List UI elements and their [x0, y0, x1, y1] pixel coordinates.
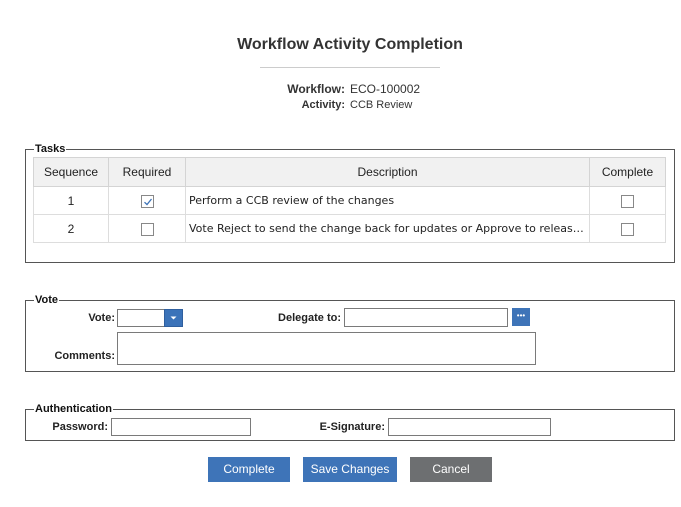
- title-divider: [260, 67, 440, 68]
- save-changes-button[interactable]: Save Changes: [303, 457, 397, 482]
- password-input[interactable]: [111, 418, 251, 436]
- checkmark-icon: [143, 198, 152, 206]
- activity-value: CCB Review: [350, 99, 413, 111]
- tasks-header-row: Sequence Required Description Complete: [33, 157, 666, 187]
- esignature-input[interactable]: [388, 418, 551, 436]
- table-row: 2 Vote Reject to send the change back fo…: [33, 214, 666, 243]
- description-cell: Perform a CCB review of the changes: [185, 186, 590, 215]
- required-checkbox-checked: [140, 194, 154, 208]
- vote-label: Vote:: [88, 312, 115, 324]
- workflow-value: ECO-100002: [350, 82, 421, 96]
- esignature-label: E-Signature:: [319, 421, 385, 433]
- column-header-description[interactable]: Description: [185, 157, 590, 187]
- vote-select[interactable]: [117, 309, 165, 327]
- chevron-down-icon: [170, 316, 177, 320]
- delegate-input[interactable]: [344, 308, 508, 327]
- description-cell: Vote Reject to send the change back for …: [185, 214, 590, 243]
- column-header-sequence[interactable]: Sequence: [33, 157, 109, 187]
- sequence-cell: 2: [33, 214, 109, 243]
- vote-dropdown-button[interactable]: [164, 309, 183, 327]
- required-cell: [108, 214, 186, 243]
- activity-label: Activity:: [301, 99, 345, 111]
- ellipsis-icon: •••: [516, 311, 526, 320]
- complete-button[interactable]: Complete: [208, 457, 290, 482]
- comments-textarea[interactable]: [117, 332, 536, 365]
- password-label: Password:: [52, 421, 108, 433]
- tasks-legend: Tasks: [35, 143, 66, 155]
- table-row: 1 Perform a CCB review of the changes: [33, 186, 666, 215]
- authentication-legend: Authentication: [35, 403, 112, 415]
- column-header-required[interactable]: Required: [108, 157, 186, 187]
- sequence-cell: 1: [33, 186, 109, 215]
- vote-legend: Vote: [35, 294, 59, 306]
- complete-cell: [589, 214, 666, 243]
- required-checkbox: [140, 222, 154, 236]
- cancel-button[interactable]: Cancel: [410, 457, 492, 482]
- comments-label: Comments:: [54, 350, 115, 362]
- delegate-label: Delegate to:: [278, 312, 341, 324]
- delegate-browse-button[interactable]: •••: [512, 308, 530, 326]
- required-cell: [108, 186, 186, 215]
- column-header-complete[interactable]: Complete: [589, 157, 666, 187]
- page-title: Workflow Activity Completion: [237, 36, 463, 53]
- complete-cell: [589, 186, 666, 215]
- complete-checkbox[interactable]: [621, 222, 634, 236]
- complete-checkbox[interactable]: [621, 194, 634, 208]
- workflow-label: Workflow:: [287, 82, 345, 96]
- tasks-table: Sequence Required Description Complete 1…: [33, 157, 666, 243]
